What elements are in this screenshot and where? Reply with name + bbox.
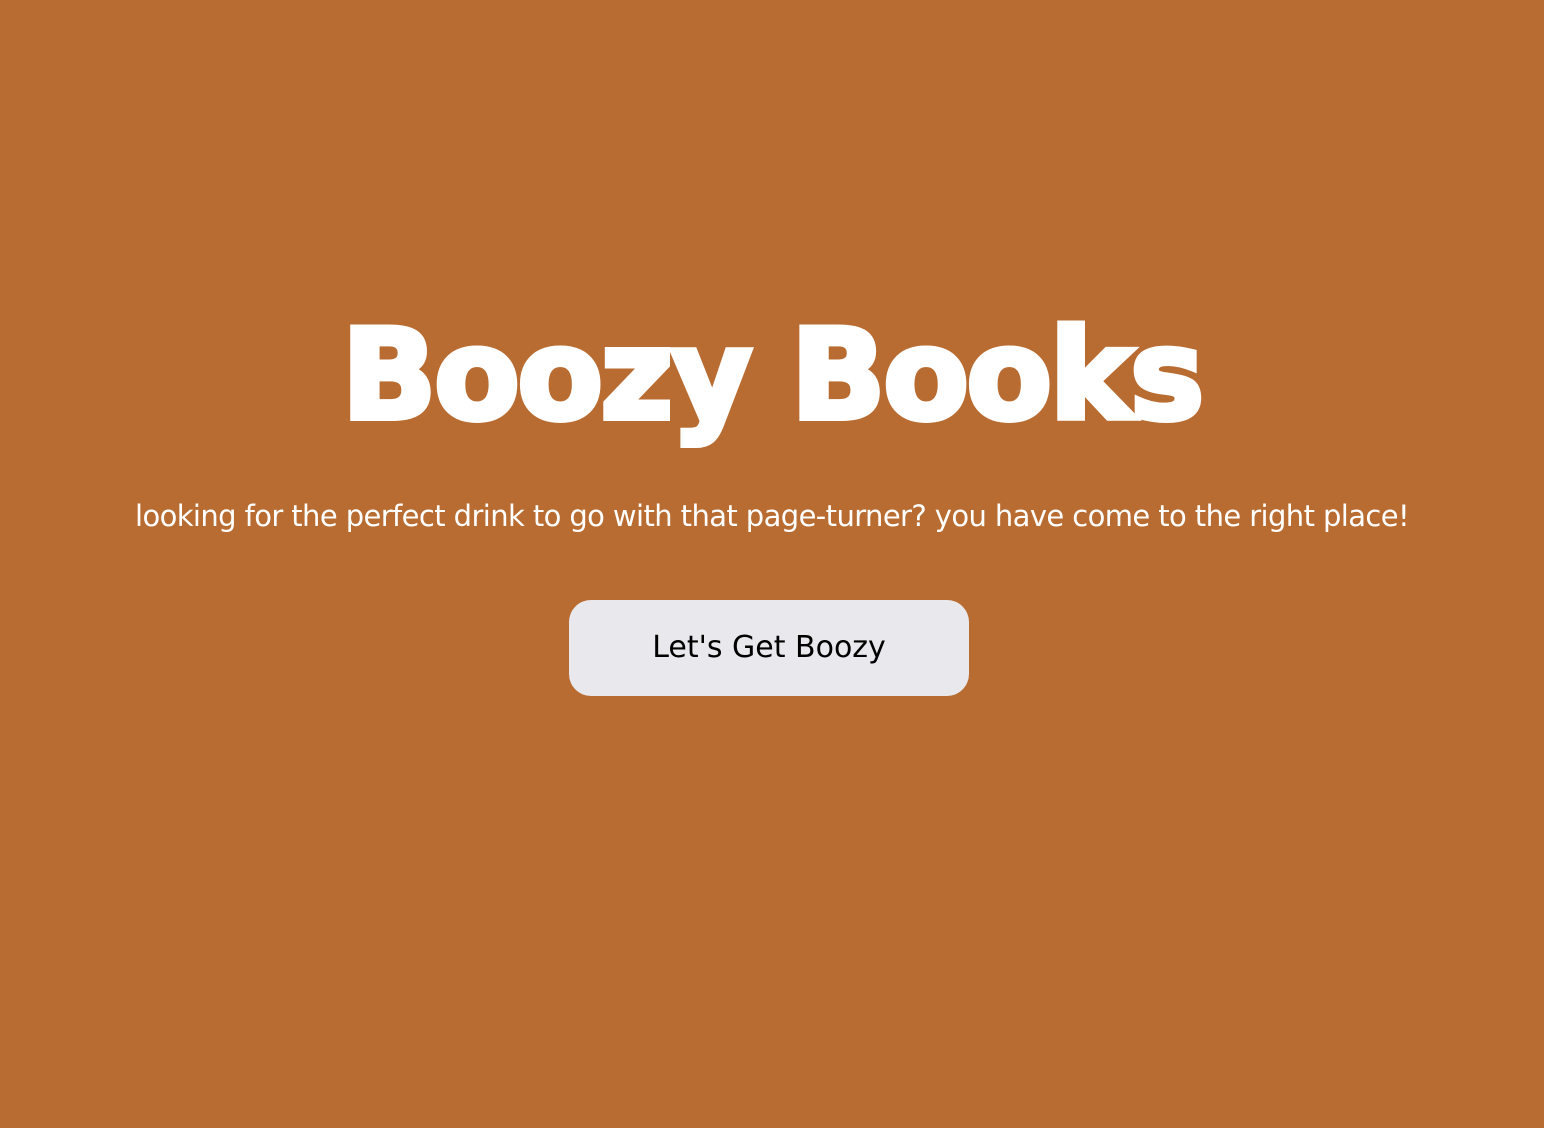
hero-tagline: looking for the perfect drink to go with…: [134, 499, 1410, 533]
site-title: Boozy Books: [339, 301, 1207, 451]
lets-get-boozy-button[interactable]: Let's Get Boozy: [569, 600, 969, 696]
landing-page: Boozy Books looking for the perfect drin…: [0, 0, 1544, 1128]
